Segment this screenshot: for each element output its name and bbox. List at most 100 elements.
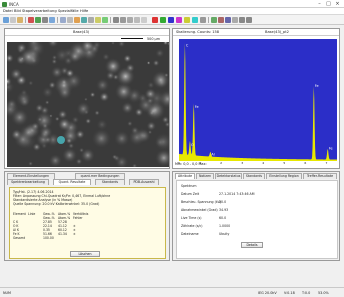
- report-icon[interactable]: [127, 17, 133, 23]
- tab-notes[interactable]: Notizen: [196, 173, 214, 179]
- peak-label: Al: [211, 152, 214, 156]
- grid-icon[interactable]: [67, 17, 73, 23]
- halt-icon[interactable]: [218, 17, 224, 23]
- attr-label: Abnahmewinkel (Grad): [181, 208, 218, 212]
- close-icon[interactable]: ×: [333, 1, 342, 7]
- results-tabs-bottom: Spektrenbearbeitung Quant. Resultate Sta…: [5, 179, 169, 185]
- menu-item-bild[interactable]: Bild: [14, 9, 21, 13]
- table-total-row: Gesamt 100.00: [13, 236, 90, 240]
- attr-label: Beschleu. Spannung (kV): [181, 200, 222, 204]
- record-icon[interactable]: [28, 17, 34, 23]
- window-title: INCA: [9, 1, 19, 7]
- x-tick-label: 4: [262, 161, 265, 165]
- tab-quant-results[interactable]: Quant. Resultate: [53, 179, 91, 185]
- menu-bar: Datei Bild Stapelverarbeitung Spezialfäl…: [0, 8, 344, 15]
- line-icon[interactable]: [88, 17, 94, 23]
- peak-label: O: [191, 143, 194, 147]
- green-marker-icon[interactable]: [160, 17, 166, 23]
- total-value: 100.00: [43, 236, 54, 240]
- peak-label: C: [186, 44, 189, 48]
- app-icon: [2, 1, 7, 7]
- open-icon[interactable]: [3, 17, 9, 23]
- redo-icon[interactable]: [246, 17, 252, 23]
- attr-value: Ubuity: [219, 232, 230, 236]
- next-icon[interactable]: [225, 17, 231, 23]
- tab-pdb-selection[interactable]: PDB-Auswahl: [129, 179, 159, 185]
- image-panel-header: Base(43): [5, 29, 169, 36]
- results-table: Element Linie Gew.-% Atom-% Verhältnis G…: [13, 212, 90, 240]
- attr-label: Dateiname: [181, 232, 199, 236]
- paste-icon[interactable]: [141, 17, 147, 23]
- play-icon[interactable]: [35, 17, 41, 23]
- spectrum-trace: [179, 43, 337, 161]
- tab-detector-status[interactable]: Detektorstatus: [215, 173, 242, 179]
- prev-icon[interactable]: [232, 17, 238, 23]
- status-percent: 53.0%: [318, 290, 329, 295]
- red-marker-icon[interactable]: [152, 17, 158, 23]
- cursor-readout: Min: 0,0 - 0,0 Max:: [175, 162, 207, 166]
- stop-icon[interactable]: [42, 17, 48, 23]
- magenta-marker-icon[interactable]: [176, 17, 182, 23]
- tab-standards-right[interactable]: Standards: [243, 173, 265, 179]
- x-tick-label: 2: [220, 161, 223, 165]
- results-panel: Element-Einstellungen quant.mer Bedingun…: [4, 171, 170, 261]
- electron-image[interactable]: [7, 42, 169, 167]
- area-icon[interactable]: [95, 17, 101, 23]
- acquire-icon[interactable]: [211, 17, 217, 23]
- menu-item-datei[interactable]: Datei: [3, 9, 13, 13]
- image-title: Base(43): [73, 30, 90, 35]
- maximize-icon[interactable]: □: [324, 1, 333, 7]
- tab-standards[interactable]: Standards: [95, 179, 125, 185]
- zoom-icon[interactable]: [49, 17, 55, 23]
- tab-hit-results[interactable]: Treffer-Resultate: [303, 173, 337, 179]
- status-bar: NUM IEG 20.0kV V:0.18 T:0.0 53.0%: [0, 287, 344, 297]
- grey-marker-icon[interactable]: [200, 17, 206, 23]
- delete-button[interactable]: Löschen: [70, 251, 100, 257]
- tab-attributes[interactable]: Attribute: [175, 173, 195, 179]
- menu-item-hilfe[interactable]: Hilfe: [80, 9, 88, 13]
- settings-icon[interactable]: [113, 17, 119, 23]
- attr-label: Spektrum: [181, 184, 197, 188]
- peak-label: Fe: [195, 105, 199, 109]
- peak-label: Fe: [315, 84, 319, 88]
- menu-item-stapel[interactable]: Stapelverarbeitung: [22, 9, 57, 13]
- image-panel: Base(43) 500 µm: [4, 28, 170, 169]
- status-t: T:0.0: [302, 290, 311, 295]
- yellow-marker-icon[interactable]: [184, 17, 190, 23]
- palette-icon[interactable]: [74, 17, 80, 23]
- cyan-marker-icon[interactable]: [192, 17, 198, 23]
- status-kv: IEG 20.0kV: [258, 290, 277, 295]
- attributes-list: Spektrum Datum Zeit 27.1.2014 7:43:46 AM…: [176, 180, 338, 259]
- electron-image-texture: [7, 42, 169, 167]
- title-bar: INCA – □ ×: [0, 0, 344, 8]
- export-icon[interactable]: [120, 17, 126, 23]
- spectrum-title: Base(43)_pt2: [265, 30, 289, 35]
- save-icon[interactable]: [10, 17, 16, 23]
- spectrum-svg: Fe C O Al Fe Fe: [179, 43, 337, 161]
- peak-label: Fe: [329, 146, 333, 150]
- quant-report: Typ/Hst. (2.17) 4.06.2014 Filter: Anpass…: [9, 187, 166, 259]
- map-icon[interactable]: [81, 17, 87, 23]
- tab-spectrum-processing[interactable]: Spektrenbearbeitung: [7, 179, 49, 185]
- details-button[interactable]: Details: [241, 242, 263, 248]
- spectrum-panel-header: Skalierung. Counts: 158 Base(43)_pt2: [173, 29, 339, 36]
- print-icon[interactable]: [17, 17, 23, 23]
- blue-marker-icon[interactable]: [168, 17, 174, 23]
- table-header: Element: [13, 212, 26, 216]
- scale-bar: [121, 38, 143, 39]
- attr-label: Zählrate (s/c): [181, 224, 203, 228]
- point-icon[interactable]: [102, 17, 108, 23]
- minimize-icon[interactable]: –: [315, 1, 324, 7]
- selected-point-marker: [57, 136, 65, 144]
- undo-icon[interactable]: [239, 17, 245, 23]
- spectrum-scale-info: Skalierung. Counts: 158: [176, 30, 220, 35]
- frame-icon[interactable]: [60, 17, 66, 23]
- copy-icon[interactable]: [134, 17, 140, 23]
- x-tick-label: 3: [241, 161, 244, 165]
- x-tick-label: 5: [283, 161, 286, 165]
- attr-value: 34.93: [219, 208, 229, 212]
- tab-region-settings[interactable]: Einstellung Region: [266, 173, 302, 179]
- spectrum-plot[interactable]: Fe C O Al Fe Fe: [179, 39, 337, 161]
- menu-item-spezial[interactable]: Spezialfälle: [58, 9, 79, 13]
- x-tick-label: 6: [304, 161, 307, 165]
